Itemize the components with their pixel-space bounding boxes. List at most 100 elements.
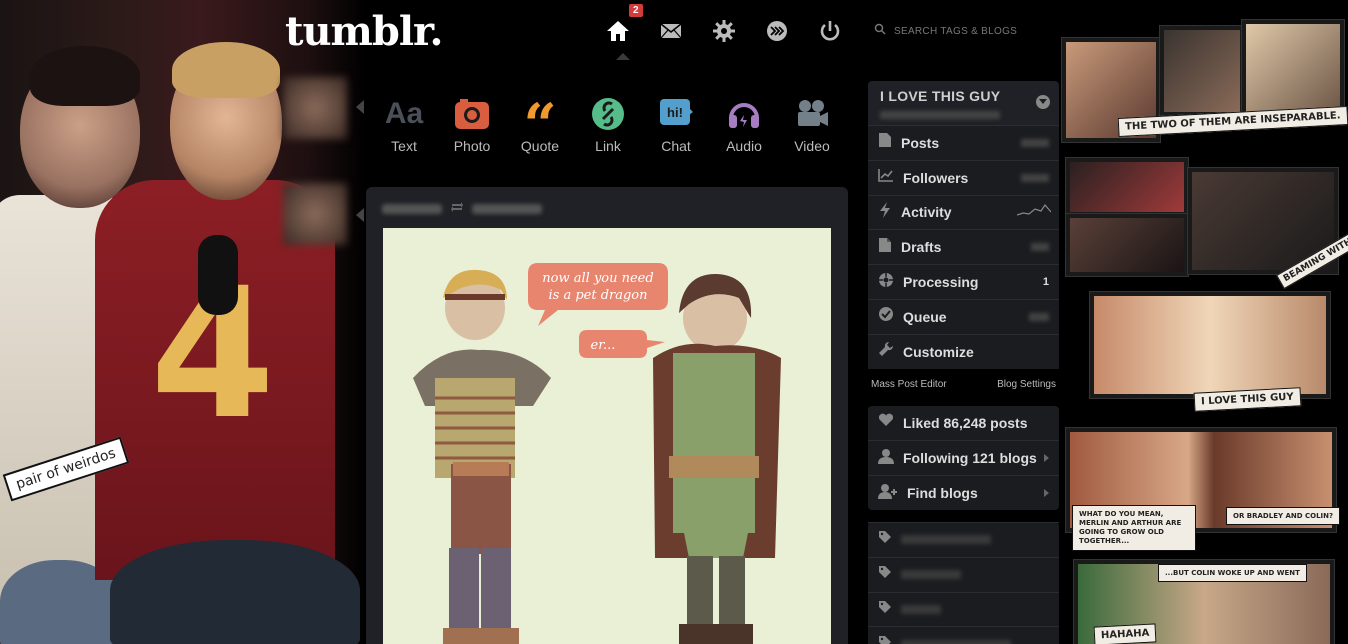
video-camera-icon	[795, 96, 829, 132]
add-person-icon	[878, 483, 898, 504]
collage-caption: OR BRADLEY AND COLIN?	[1226, 507, 1341, 525]
tumblr-logo[interactable]: tumblr.	[285, 8, 443, 55]
processing-icon	[878, 272, 894, 293]
tracked-tags	[868, 521, 1059, 644]
post-type-label: Audio	[726, 138, 762, 154]
speech-bubble-line: is a pet dragon	[548, 288, 647, 303]
mass-post-editor-link[interactable]: Mass Post Editor	[871, 379, 947, 390]
post-avatar[interactable]	[283, 77, 347, 139]
tracked-tag[interactable]	[868, 626, 1059, 644]
sidebar-item-label: Find blogs	[907, 485, 978, 502]
blog-menu: Posts Followers Activity Drafts Processi…	[868, 125, 1059, 369]
post-chat-button[interactable]: hi! Chat	[642, 96, 710, 154]
post-author[interactable]	[382, 204, 442, 214]
lightning-icon	[878, 201, 892, 223]
blog-sub-links: Mass Post Editor Blog Settings	[868, 369, 1059, 400]
blog-settings-link[interactable]: Blog Settings	[997, 379, 1056, 390]
wrench-icon	[878, 341, 894, 362]
sidebar-item-label: Followers	[903, 169, 969, 186]
collage-photo	[1242, 20, 1344, 120]
post-type-bar: Aa Text Photo “ Quote Link hi! Chat Audi…	[370, 96, 846, 154]
link-icon	[591, 96, 625, 132]
camera-icon	[454, 96, 490, 132]
post-audio-button[interactable]: Audio	[710, 96, 778, 154]
post-type-label: Link	[595, 138, 621, 154]
sidebar-item-drafts[interactable]: Drafts	[868, 229, 1059, 264]
sidebar-item-posts[interactable]: Posts	[868, 125, 1059, 160]
chevron-down-icon[interactable]	[1036, 95, 1050, 109]
post-photo-button[interactable]: Photo	[438, 96, 506, 154]
notification-badge: 2	[629, 4, 643, 17]
post-type-label: Photo	[453, 138, 491, 154]
sidebar-item-processing[interactable]: Processing 1	[868, 264, 1059, 299]
chevron-right-icon	[1044, 489, 1049, 498]
dashboard-post: now all you need is a pet dragon er...	[366, 187, 848, 644]
tracked-tag[interactable]	[868, 521, 1059, 557]
post-type-label: Text	[391, 138, 417, 154]
check-icon	[878, 306, 894, 327]
sidebar-item-customize[interactable]: Customize	[868, 333, 1059, 369]
post-video-button[interactable]: Video	[778, 96, 846, 154]
blurred-tag	[901, 604, 941, 614]
home-active-pointer	[616, 53, 630, 60]
collage-caption: WHAT DO YOU MEAN, MERLIN AND ARTHUR ARE …	[1072, 505, 1196, 551]
home-icon[interactable]: 2	[605, 4, 643, 46]
sidebar-item-label: Queue	[903, 308, 947, 325]
speech-bubble-line: now all you need	[542, 271, 653, 286]
person-right-hair	[172, 42, 280, 98]
tag-icon	[878, 530, 892, 549]
collage-caption: ...BUT COLIN WOKE UP AND WENT	[1158, 564, 1307, 582]
tag-icon	[878, 565, 892, 584]
search-bar	[874, 22, 1064, 40]
blurred-count	[1029, 312, 1049, 321]
post-link-button[interactable]: Link	[574, 96, 642, 154]
sidebar-item-find-blogs[interactable]: Find blogs	[868, 475, 1059, 510]
blog-title: I LOVE THIS GUY	[880, 88, 1001, 104]
collage-photo	[1066, 214, 1188, 276]
mail-icon[interactable]	[658, 16, 684, 46]
sidebar-item-label: Activity	[901, 204, 952, 221]
reblog-source[interactable]	[472, 204, 542, 214]
tracked-tag[interactable]	[868, 556, 1059, 592]
blurred-tag	[901, 639, 1011, 644]
sidebar-item-label: Posts	[901, 134, 940, 151]
blog-switcher[interactable]: I LOVE THIS GUY	[868, 81, 1059, 125]
post-type-label: Quote	[520, 138, 560, 154]
avatar-pointer	[356, 208, 364, 222]
sidebar-item-followers[interactable]: Followers	[868, 159, 1059, 195]
sidebar-item-activity[interactable]: Activity	[868, 194, 1059, 230]
tracked-tag[interactable]	[868, 591, 1059, 627]
post-text-button[interactable]: Aa Text	[370, 96, 438, 154]
svg-text:hi!: hi!	[667, 105, 683, 120]
post-image[interactable]: now all you need is a pet dragon er...	[383, 228, 831, 644]
xkit-icon[interactable]	[764, 16, 790, 46]
sidebar-item-queue[interactable]: Queue	[868, 298, 1059, 334]
search-input[interactable]	[894, 25, 1064, 37]
processing-count: 1	[1042, 276, 1049, 289]
account-menu: Liked 86,248 posts Following 121 blogs F…	[868, 405, 1059, 510]
power-icon[interactable]	[817, 16, 843, 46]
top-navigation: 2	[605, 4, 843, 46]
blog-sidebar: I LOVE THIS GUY Posts Followers Activity…	[868, 81, 1059, 644]
draft-icon	[878, 237, 892, 258]
blog-url	[880, 111, 1000, 119]
post-quote-button[interactable]: “ Quote	[506, 96, 574, 154]
background-collage: THE TWO OF THEM ARE INSEPARABLE. BEAMING…	[1060, 0, 1348, 644]
search-icon	[874, 22, 886, 40]
chevron-right-icon	[1044, 454, 1049, 463]
blurred-tag	[901, 570, 961, 580]
collage-caption: HAHAHA	[1093, 623, 1157, 644]
post-avatar[interactable]	[283, 183, 347, 245]
avatar-pointer	[356, 100, 364, 114]
gear-icon[interactable]	[711, 16, 737, 46]
sidebar-item-label: Processing	[903, 274, 979, 291]
sidebar-item-following[interactable]: Following 121 blogs	[868, 440, 1059, 475]
sidebar-item-label: Liked 86,248 posts	[903, 414, 1028, 431]
blurred-count	[1021, 138, 1049, 147]
person-icon	[878, 448, 894, 469]
sidebar-item-likes[interactable]: Liked 86,248 posts	[868, 406, 1059, 441]
blurred-count	[1021, 173, 1049, 182]
collage-photo	[1066, 158, 1188, 216]
sidebar-item-label: Customize	[903, 343, 974, 360]
document-icon	[878, 132, 892, 153]
